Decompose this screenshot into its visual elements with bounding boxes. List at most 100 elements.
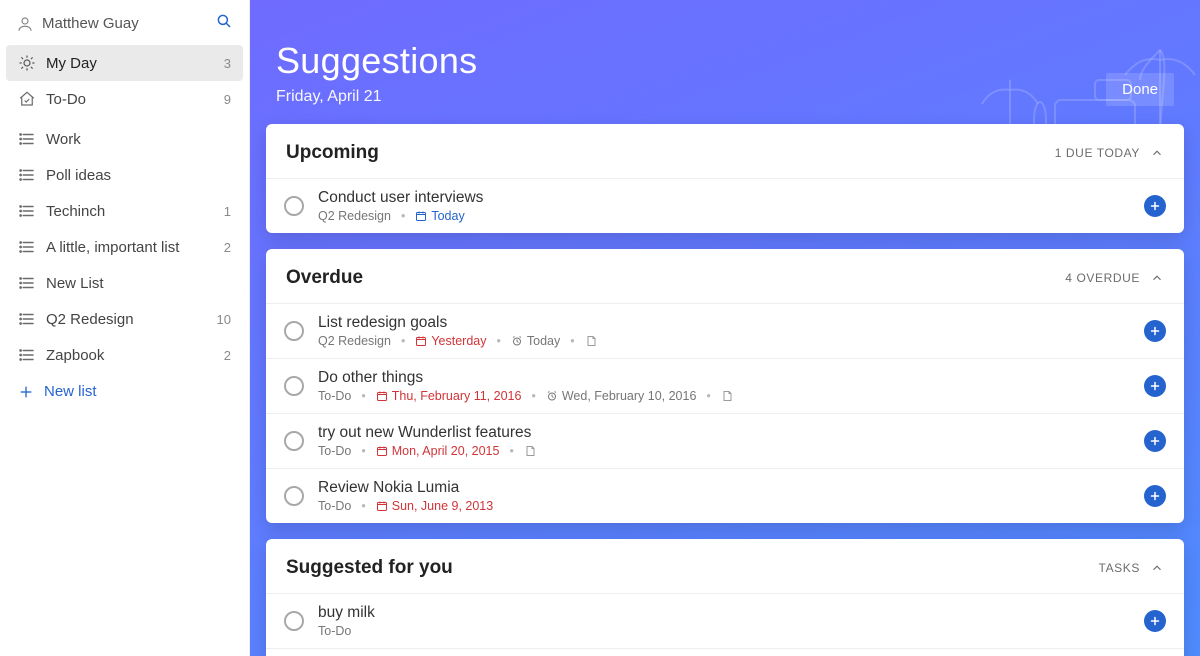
- complete-checkbox[interactable]: [284, 321, 304, 341]
- sidebar-item-q2-redesign[interactable]: Q2 Redesign10: [6, 301, 243, 337]
- sidebar-item-zapbook[interactable]: Zapbook 2: [6, 337, 243, 373]
- list-icon: [18, 346, 36, 364]
- task-row[interactable]: get car washedTo-Do: [266, 648, 1184, 656]
- list-icon: [18, 166, 36, 184]
- section-suggested: Suggested for you TASKS buy milk To-Do get c…: [266, 539, 1184, 656]
- add-to-my-day-button[interactable]: [1144, 430, 1166, 452]
- add-to-my-day-button[interactable]: [1144, 375, 1166, 397]
- sidebar-item-label: New List: [46, 275, 104, 292]
- plus-icon: [1149, 380, 1161, 392]
- sidebar-item-label: Q2 Redesign: [46, 311, 134, 328]
- sidebar-item-label: Zapbook: [46, 347, 104, 364]
- section-title: Suggested for you: [286, 557, 453, 579]
- calendar-icon: [415, 210, 427, 222]
- task-list-name: Q2 Redesign: [318, 209, 391, 223]
- sidebar-item-label: A little, important list: [46, 239, 179, 256]
- task-list-name: To-Do: [318, 499, 351, 513]
- task-reminder: Wed, February 10, 2016: [546, 389, 697, 403]
- add-to-my-day-button[interactable]: [1144, 610, 1166, 632]
- task-row[interactable]: Conduct user interviews Q2 Redesign Today: [266, 178, 1184, 233]
- task-title: buy milk: [318, 604, 375, 622]
- sidebar-item-to-do[interactable]: To-Do9: [6, 81, 243, 117]
- main: Suggestions Friday, April 21 Done Upcomi…: [250, 0, 1200, 656]
- sidebar-item-my-day[interactable]: My Day3: [6, 45, 243, 81]
- calendar-icon: [376, 500, 388, 512]
- section-summary: 4 OVERDUE: [1065, 271, 1140, 285]
- section-header[interactable]: Overdue 4 OVERDUE: [266, 249, 1184, 303]
- list-icon: [18, 238, 36, 256]
- task-list-name: To-Do: [318, 444, 351, 458]
- note-icon: [585, 335, 597, 347]
- list-icon: [18, 202, 36, 220]
- sidebar-item-a-little-important-list[interactable]: A little, important list 2: [6, 229, 243, 265]
- complete-checkbox[interactable]: [284, 376, 304, 396]
- sidebar-item-count: 9: [224, 92, 231, 107]
- sidebar-item-count: 2: [224, 240, 231, 255]
- section-summary: TASKS: [1099, 561, 1140, 575]
- sidebar-item-label: Techinch: [46, 203, 105, 220]
- add-to-my-day-button[interactable]: [1144, 195, 1166, 217]
- calendar-icon: [376, 390, 388, 402]
- house-icon: [18, 90, 36, 108]
- new-list-label: New list: [44, 383, 97, 400]
- complete-checkbox[interactable]: [284, 611, 304, 631]
- sidebar-item-count: 3: [224, 56, 231, 71]
- add-to-my-day-button[interactable]: [1144, 485, 1166, 507]
- task-title: try out new Wunderlist features: [318, 424, 536, 442]
- complete-checkbox[interactable]: [284, 486, 304, 506]
- new-list-button[interactable]: New list: [6, 373, 243, 410]
- section-upcoming: Upcoming 1 DUE TODAY Conduct user intervie…: [266, 124, 1184, 233]
- plus-icon: [1149, 435, 1161, 447]
- person-icon: [16, 15, 34, 33]
- task-due: Today: [415, 209, 464, 223]
- section-title: Overdue: [286, 267, 363, 289]
- add-to-my-day-button[interactable]: [1144, 320, 1166, 342]
- task-title: List redesign goals: [318, 314, 597, 332]
- task-row[interactable]: List redesign goalsQ2 RedesignYesterdayT…: [266, 303, 1184, 358]
- sidebar-item-label: Work: [46, 131, 81, 148]
- list-icon: [18, 130, 36, 148]
- task-row[interactable]: buy milk To-Do: [266, 593, 1184, 648]
- alarm-icon: [546, 390, 558, 402]
- sidebar-item-new-list[interactable]: New List: [6, 265, 243, 301]
- task-due: Mon, April 20, 2015: [376, 444, 500, 458]
- sidebar-item-poll-ideas[interactable]: Poll ideas: [6, 157, 243, 193]
- calendar-icon: [415, 335, 427, 347]
- task-due: Thu, February 11, 2016: [376, 389, 522, 403]
- task-title: Conduct user interviews: [318, 189, 483, 207]
- calendar-icon: [376, 445, 388, 457]
- complete-checkbox[interactable]: [284, 431, 304, 451]
- plus-icon: [1149, 325, 1161, 337]
- section-header[interactable]: Suggested for you TASKS: [266, 539, 1184, 593]
- sidebar-item-count: 2: [224, 348, 231, 363]
- page-title: Suggestions: [276, 40, 477, 82]
- list-icon: [18, 274, 36, 292]
- sidebar-item-count: 1: [224, 204, 231, 219]
- header: Suggestions Friday, April 21 Done: [250, 0, 1200, 124]
- section-summary: 1 DUE TODAY: [1055, 146, 1140, 160]
- sidebar: Matthew Guay My Day3To-Do9 Work Poll ideas…: [0, 0, 250, 656]
- section-title: Upcoming: [286, 142, 379, 164]
- done-button[interactable]: Done: [1106, 73, 1174, 106]
- task-row[interactable]: Do other things To-Do Thu, February 11, 20…: [266, 358, 1184, 413]
- note-icon: [721, 390, 733, 402]
- task-reminder: Today: [511, 334, 560, 348]
- plus-icon: [1149, 615, 1161, 627]
- task-row[interactable]: try out new Wunderlist features To-Do Mon,…: [266, 413, 1184, 468]
- task-due: Sun, June 9, 2013: [376, 499, 493, 513]
- account-button[interactable]: Matthew Guay: [16, 15, 139, 33]
- sidebar-item-label: Poll ideas: [46, 167, 111, 184]
- task-title: Do other things: [318, 369, 733, 387]
- sidebar-item-work[interactable]: Work: [6, 121, 243, 157]
- task-title: Review Nokia Lumia: [318, 479, 493, 497]
- task-due: Yesterday: [415, 334, 486, 348]
- task-list-name: To-Do: [318, 624, 351, 638]
- complete-checkbox[interactable]: [284, 196, 304, 216]
- sidebar-item-techinch[interactable]: Techinch 1: [6, 193, 243, 229]
- task-list-name: To-Do: [318, 389, 351, 403]
- search-button[interactable]: [215, 12, 233, 35]
- section-header[interactable]: Upcoming 1 DUE TODAY: [266, 124, 1184, 178]
- alarm-icon: [511, 335, 523, 347]
- task-row[interactable]: Review Nokia Lumia To-Do Sun, June 9, 2013: [266, 468, 1184, 523]
- chevron-up-icon: [1150, 146, 1164, 160]
